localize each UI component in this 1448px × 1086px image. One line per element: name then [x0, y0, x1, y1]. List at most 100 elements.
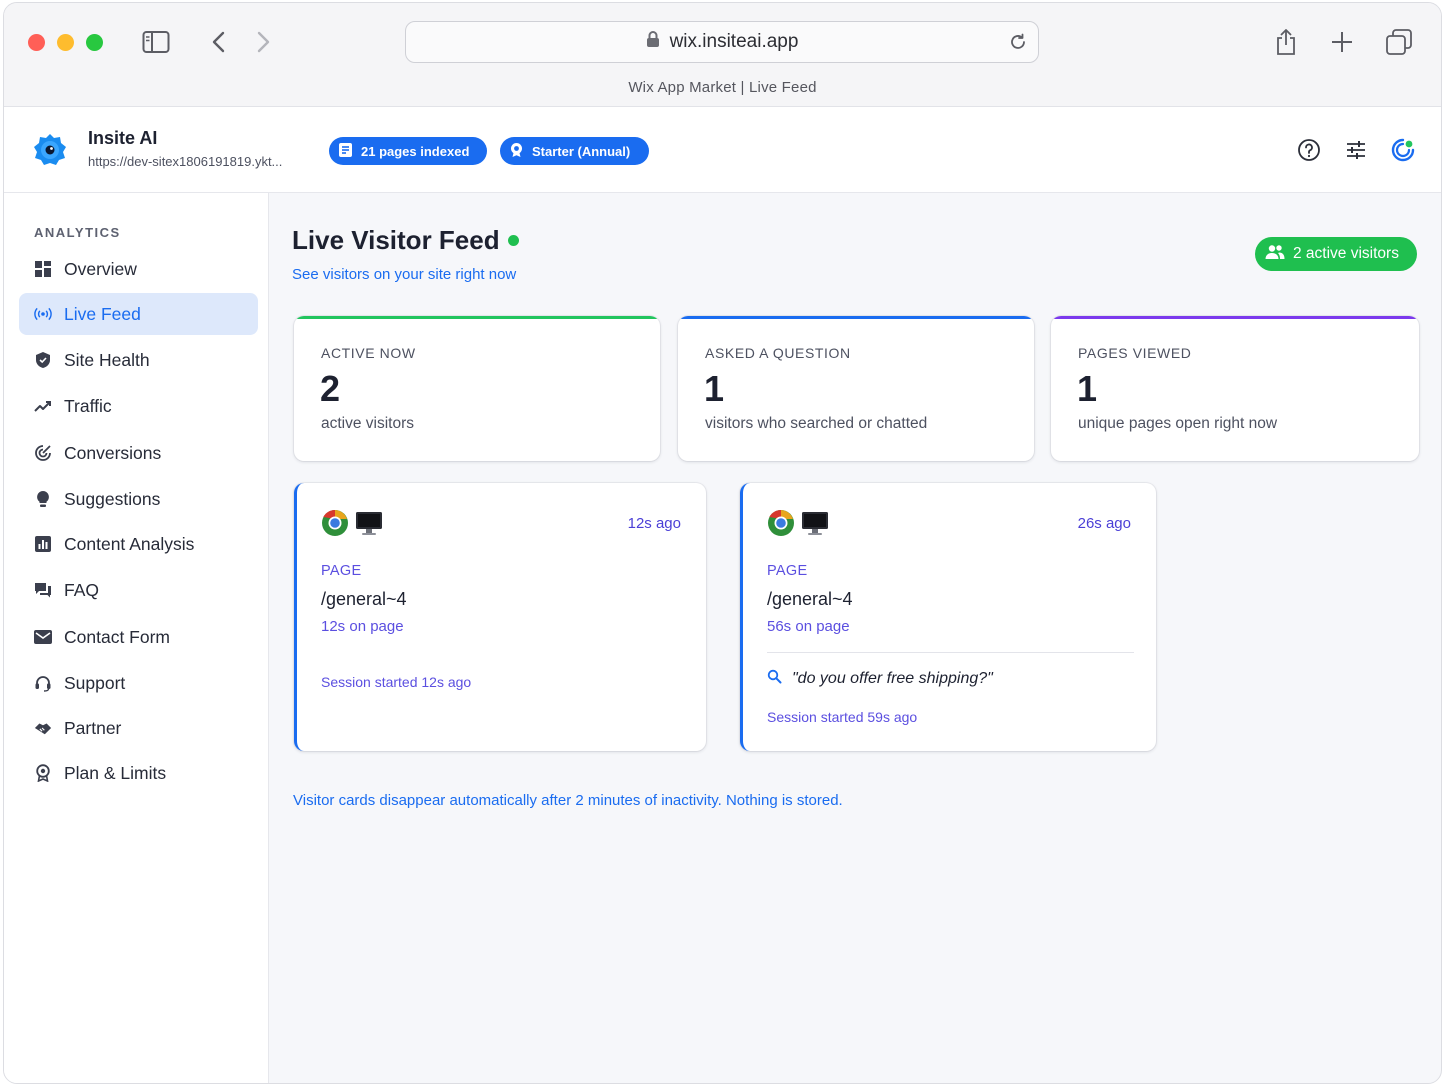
sidebar: ANALYTICS Overview Live Feed Site Health… — [4, 193, 269, 1083]
chrome-browser-icon — [321, 509, 349, 542]
active-visitors-badge: 2 active visitors — [1255, 237, 1417, 271]
sidebar-item-label: Site Health — [64, 349, 150, 370]
sidebar-item-label: Partner — [64, 717, 122, 738]
sidebar-item-label: Plan & Limits — [64, 762, 167, 783]
last-seen-time: 26s ago — [1077, 515, 1131, 532]
desktop-monitor-icon — [801, 510, 829, 541]
browser-toolbar: wix.insiteai.app Wix App Market | Live F… — [4, 3, 1441, 107]
sidebar-item-plan-limits[interactable]: Plan & Limits — [19, 752, 258, 794]
trending-icon — [34, 397, 52, 415]
sidebar-item-faq[interactable]: FAQ — [19, 569, 258, 611]
tab-overview-icon[interactable] — [1384, 27, 1414, 57]
bar-chart-icon — [34, 535, 52, 553]
chat-icon — [34, 581, 52, 599]
main-content: Live Visitor Feed See visitors on your s… — [270, 193, 1441, 1083]
pages-indexed-label: 21 pages indexed — [361, 143, 470, 159]
users-icon — [1265, 244, 1285, 265]
stat-value: 1 — [1077, 368, 1098, 409]
stat-card-asked-question: ASKED A QUESTION 1 visitors who searched… — [678, 316, 1034, 461]
page-path: /general~4 — [767, 589, 853, 609]
live-status-dot — [508, 235, 519, 246]
card-divider — [767, 652, 1134, 653]
stat-description: active visitors — [321, 415, 415, 432]
stat-accent-bar — [678, 316, 1034, 319]
sidebar-item-label: Overview — [64, 258, 137, 279]
close-window-button[interactable] — [28, 34, 45, 51]
dashboard-icon — [34, 260, 52, 278]
handshake-icon — [34, 719, 52, 737]
sidebar-item-label: Suggestions — [64, 488, 161, 509]
pages-indexed-badge[interactable]: 21 pages indexed — [329, 137, 487, 165]
share-icon[interactable] — [1271, 27, 1301, 57]
sidebar-item-contact-form[interactable]: Contact Form — [19, 616, 258, 658]
sidebar-item-label: Contact Form — [64, 626, 170, 647]
sidebar-item-support[interactable]: Support — [19, 662, 258, 704]
stat-description: unique pages open right now — [1078, 415, 1278, 432]
search-icon — [767, 669, 782, 689]
sidebar-item-label: FAQ — [64, 579, 100, 600]
stat-accent-bar — [294, 316, 660, 319]
stat-value: 1 — [704, 368, 725, 409]
sidebar-item-conversions[interactable]: Conversions — [19, 432, 258, 474]
url-text: wix.insiteai.app — [669, 31, 799, 52]
account-brand-icon[interactable] — [1390, 137, 1416, 163]
sidebar-item-label: Traffic — [64, 395, 112, 416]
page-label: PAGE — [321, 563, 362, 579]
sidebar-item-label: Conversions — [64, 442, 162, 463]
sidebar-item-live-feed[interactable]: Live Feed — [19, 293, 258, 335]
time-on-page: 56s on page — [767, 618, 850, 635]
stat-card-pages-viewed: PAGES VIEWED 1 unique pages open right n… — [1051, 316, 1419, 461]
time-on-page: 12s on page — [321, 618, 404, 635]
minimize-window-button[interactable] — [57, 34, 74, 51]
sidebar-toggle-icon[interactable] — [141, 28, 171, 56]
page-subtitle: See visitors on your site right now — [292, 266, 517, 283]
award-icon — [34, 764, 52, 782]
reload-icon[interactable] — [1006, 30, 1030, 54]
page-path: /general~4 — [321, 589, 407, 609]
document-icon — [338, 142, 353, 161]
chrome-browser-icon — [767, 509, 795, 542]
browser-window: wix.insiteai.app Wix App Market | Live F… — [3, 2, 1442, 1084]
stat-description: visitors who searched or chatted — [705, 415, 928, 432]
desktop-monitor-icon — [355, 510, 383, 541]
visitor-card[interactable]: 26s ago PAGE /general~4 56s on page "do … — [740, 483, 1156, 751]
page-title: Live Visitor Feed — [292, 225, 500, 255]
footer-note: Visitor cards disappear automatically af… — [293, 792, 843, 809]
lock-icon — [646, 30, 660, 54]
active-visitors-label: 2 active visitors — [1293, 245, 1399, 262]
sidebar-item-suggestions[interactable]: Suggestions — [19, 478, 258, 520]
back-arrow-icon[interactable] — [206, 28, 232, 56]
page-label: PAGE — [767, 563, 808, 579]
settings-sliders-icon[interactable] — [1343, 137, 1369, 163]
stat-label: PAGES VIEWED — [1078, 345, 1192, 361]
sidebar-section-label: ANALYTICS — [34, 225, 121, 240]
stat-card-active-now: ACTIVE NOW 2 active visitors — [294, 316, 660, 461]
visitor-query: "do you offer free shipping?" — [767, 669, 993, 689]
broadcast-icon — [34, 305, 52, 323]
sidebar-item-site-health[interactable]: Site Health — [19, 339, 258, 381]
stat-accent-bar — [1051, 316, 1419, 319]
mail-icon — [34, 628, 52, 646]
session-started: Session started 12s ago — [321, 674, 472, 690]
forward-arrow-icon[interactable] — [250, 28, 276, 56]
query-text: "do you offer free shipping?" — [792, 670, 993, 687]
last-seen-time: 12s ago — [627, 515, 681, 532]
sidebar-item-content-analysis[interactable]: Content Analysis — [19, 523, 258, 565]
zoom-window-button[interactable] — [86, 34, 103, 51]
help-icon[interactable] — [1296, 137, 1322, 163]
app-name: Insite AI — [88, 128, 158, 148]
address-bar[interactable]: wix.insiteai.app — [405, 21, 1039, 63]
sidebar-item-partner[interactable]: Partner — [19, 707, 258, 749]
new-tab-plus-icon[interactable] — [1327, 27, 1357, 57]
conversions-icon — [34, 444, 52, 462]
visitor-card[interactable]: 12s ago PAGE /general~4 12s on page Sess… — [294, 483, 706, 751]
sidebar-item-traffic[interactable]: Traffic — [19, 385, 258, 427]
stat-value: 2 — [320, 368, 341, 409]
sidebar-item-overview[interactable]: Overview — [19, 248, 258, 290]
lightbulb-icon — [34, 490, 52, 508]
plan-label: Starter (Annual) — [532, 143, 631, 159]
session-started: Session started 59s ago — [767, 709, 918, 725]
plan-badge[interactable]: Starter (Annual) — [500, 137, 649, 165]
award-icon — [509, 142, 524, 161]
headset-icon — [34, 674, 52, 692]
